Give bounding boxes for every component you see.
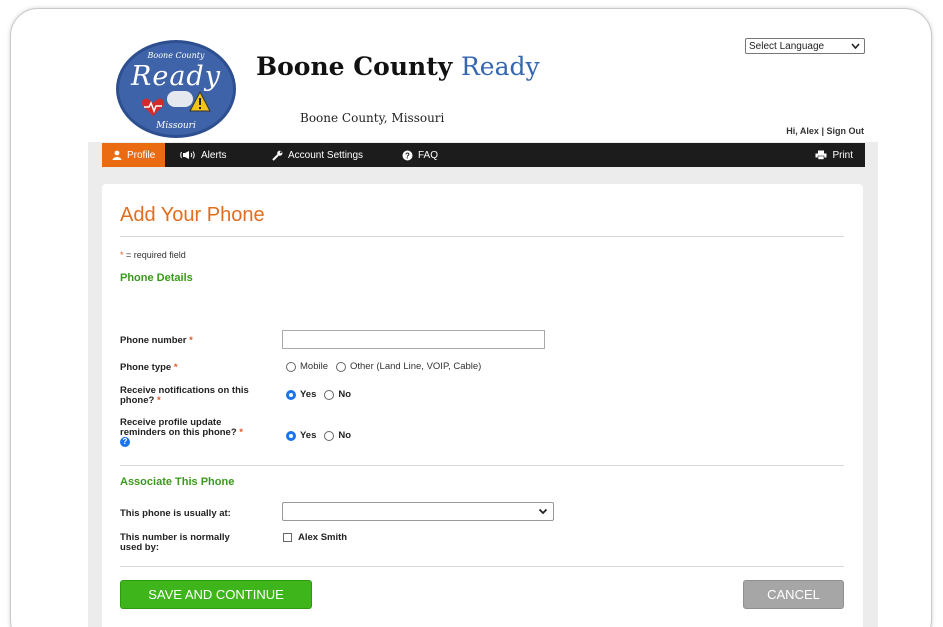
radio-button-checked[interactable] [286, 389, 296, 400]
page-title: Add Your Phone [120, 204, 265, 226]
checkbox[interactable] [283, 533, 292, 542]
divider [120, 566, 844, 567]
svg-text:?: ? [405, 151, 410, 160]
notifications-no-option[interactable]: No [324, 389, 351, 400]
site-subtitle: Boone County, Missouri [300, 111, 445, 125]
warning-icon [189, 91, 211, 112]
nav-item-label: Profile [127, 149, 156, 161]
radio-button[interactable] [324, 430, 335, 441]
reminders-label: Receive profile update reminders on this… [120, 418, 243, 438]
language-select[interactable]: Select Language [745, 38, 865, 54]
help-icon[interactable]: ? [120, 437, 130, 447]
required-star: * [239, 427, 243, 438]
location-label: This phone is usually at: [120, 508, 231, 519]
phone-type-mobile-label: Mobile [300, 361, 328, 372]
phone-type-mobile-option[interactable]: Mobile [286, 361, 328, 372]
notifications-no-label: No [338, 389, 352, 400]
reminders-no-option[interactable]: No [324, 430, 351, 441]
notifications-label: Receive notifications on this phone? * [120, 386, 249, 406]
nav-item-label: FAQ [418, 149, 439, 161]
nav-item-label: Alerts [201, 149, 227, 161]
radio-button[interactable] [336, 361, 346, 372]
reminders-yes-option[interactable]: Yes [286, 430, 316, 441]
main-nav: Profile Alerts Account Settings ? FAQ Pr… [102, 143, 865, 167]
add-phone-card: Add Your Phone * = required field Phone … [102, 184, 863, 627]
notifications-label-line2: phone? [120, 395, 155, 406]
divider [120, 465, 844, 466]
phone-type-other-option[interactable]: Other (Land Line, VOIP, Cable) [336, 361, 481, 372]
required-note-text: = required field [123, 250, 186, 260]
nav-item-label: Print [832, 149, 853, 161]
site-title-county: Boone County [256, 52, 453, 81]
person-icon [112, 150, 122, 160]
printer-icon [815, 150, 827, 160]
phone-number-input[interactable] [282, 330, 545, 349]
notifications-yes-option[interactable]: Yes [286, 389, 316, 400]
logo-bottom-text: Missouri [156, 121, 196, 131]
site-title: Boone County Ready [256, 52, 540, 81]
phone-number-label-text: Phone number [120, 335, 187, 346]
county-logo[interactable]: Boone County Ready Missouri [116, 40, 236, 138]
nav-item-account-settings[interactable]: Account Settings [272, 143, 363, 167]
required-star: * [173, 362, 178, 373]
nav-item-label: Account Settings [288, 149, 364, 161]
reminders-label-line2: reminders on this phone? [120, 427, 237, 438]
required-star: * [156, 395, 161, 406]
used-by-alex-option[interactable]: Alex Smith [283, 532, 347, 543]
logo-top-text: Boone County [147, 51, 205, 60]
user-links-separator: | [821, 126, 824, 136]
logo-main-text: Ready [131, 61, 221, 92]
megaphone-icon [180, 151, 195, 159]
site-container: Boone County Ready Missouri Boone County… [88, 30, 878, 627]
radio-button[interactable] [286, 361, 296, 372]
site-title-ready: Ready [460, 52, 540, 81]
required-star: * [189, 335, 193, 346]
phone-type-radio-group: Mobile Other (Land Line, VOIP, Cable) [286, 361, 485, 372]
notifications-radio-group: Yes No [286, 389, 355, 400]
nav-item-print[interactable]: Print [815, 143, 853, 167]
nav-item-faq[interactable]: ? FAQ [402, 143, 438, 167]
wrench-icon [272, 150, 283, 161]
divider [120, 236, 844, 237]
reminders-radio-group: Yes No [286, 430, 355, 441]
site-header: Boone County Ready Missouri Boone County… [88, 30, 878, 142]
phone-type-other-label: Other (Land Line, VOIP, Cable) [350, 361, 482, 372]
heart-icon [141, 98, 165, 116]
phone-details-title: Phone Details [120, 272, 193, 284]
sign-out-link[interactable]: Sign Out [827, 126, 865, 136]
used-by-label-line2: used by: [120, 542, 160, 553]
nav-item-profile[interactable]: Profile [102, 143, 166, 167]
save-and-continue-button[interactable]: SAVE AND CONTINUE [120, 580, 312, 609]
user-greeting: Hi, Alex [786, 126, 819, 136]
language-select-label: Select Language [749, 40, 825, 52]
required-note: * = required field [120, 250, 186, 260]
chevron-down-icon [538, 508, 548, 515]
notifications-yes-label: Yes [300, 389, 317, 400]
cancel-button[interactable]: CANCEL [743, 580, 844, 609]
phone-type-label: Phone type * [120, 363, 178, 373]
phone-type-label-text: Phone type [120, 362, 172, 373]
question-icon: ? [402, 150, 413, 160]
phone-number-label: Phone number * [120, 336, 193, 346]
used-by-label: This number is normally used by: [120, 533, 230, 553]
chevron-down-icon [851, 43, 860, 49]
location-select[interactable] [282, 502, 554, 521]
radio-button[interactable] [324, 389, 335, 400]
user-links: Hi, Alex | Sign Out [786, 126, 864, 136]
reminders-yes-label: Yes [300, 430, 317, 441]
radio-button-checked[interactable] [286, 430, 296, 441]
used-by-alex-label: Alex Smith [298, 532, 348, 543]
nav-item-alerts[interactable]: Alerts [180, 143, 227, 167]
reminders-no-label: No [338, 430, 352, 441]
associate-phone-title: Associate This Phone [120, 476, 235, 488]
